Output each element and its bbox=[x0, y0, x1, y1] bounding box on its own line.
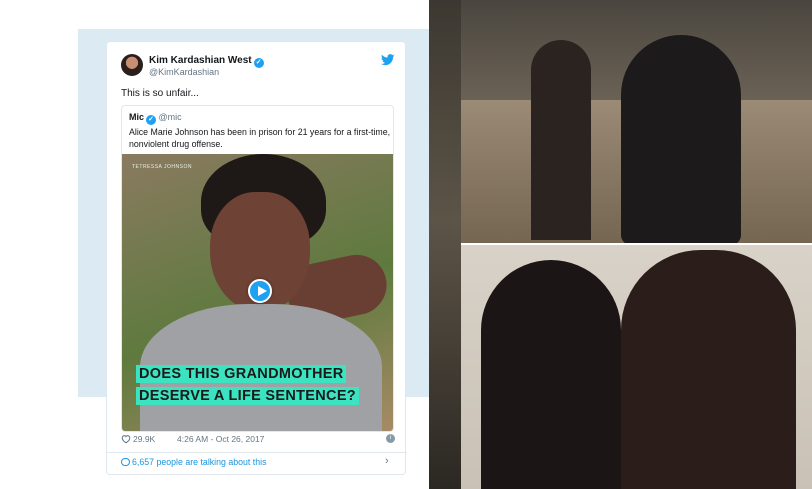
quoted-author-name[interactable]: Mic bbox=[129, 112, 144, 122]
verified-icon: ✓ bbox=[146, 115, 157, 125]
embedded-tweet[interactable]: Kim Kardashian West ✓ @KimKardashian This… bbox=[106, 41, 407, 475]
caption-line2-text: DESERVE A LIFE SENTENCE? bbox=[136, 387, 359, 405]
conversation-link[interactable]: 6,657 people are talking about this bbox=[121, 457, 267, 467]
quoted-author-handle[interactable]: @mic bbox=[159, 112, 182, 122]
divider bbox=[107, 452, 407, 453]
photo-sofa bbox=[461, 0, 812, 243]
person-left bbox=[531, 40, 591, 240]
verified-icon: ✓ bbox=[253, 58, 264, 68]
tweet-meta: 29.9K 4:26 AM - Oct 26, 2017 i bbox=[121, 434, 395, 448]
media-credit: TETRESSA JOHNSON bbox=[132, 164, 192, 170]
collage: Kim Kardashian West ✓ @KimKardashian This… bbox=[0, 0, 812, 489]
author-handle[interactable]: @KimKardashian bbox=[149, 67, 219, 77]
quoted-text: Alice Marie Johnson has been in prison f… bbox=[129, 127, 391, 149]
person-right bbox=[621, 250, 796, 489]
photo-edge-strip bbox=[429, 0, 461, 489]
twitter-bird-icon[interactable] bbox=[381, 54, 395, 66]
comment-icon bbox=[121, 458, 130, 466]
person-right bbox=[621, 35, 741, 243]
video-thumbnail[interactable]: TETRESSA JOHNSON DOES THIS GRANDMOTHER D… bbox=[122, 154, 393, 431]
like-count[interactable]: 29.9K bbox=[133, 434, 155, 444]
tweet-timestamp[interactable]: 4:26 AM - Oct 26, 2017 bbox=[177, 434, 264, 444]
photo-portrait bbox=[461, 245, 812, 489]
info-icon[interactable]: i bbox=[386, 434, 395, 443]
person-left bbox=[481, 260, 621, 489]
quoted-author[interactable]: Mic ✓ @mic bbox=[129, 112, 182, 125]
conversation-text[interactable]: 6,657 people are talking about this bbox=[132, 457, 267, 467]
avatar[interactable] bbox=[121, 54, 143, 76]
caption-line1-text: DOES THIS GRANDMOTHER bbox=[136, 365, 347, 383]
tweet-text: This is so unfair... bbox=[121, 88, 199, 99]
author-name-text[interactable]: Kim Kardashian West bbox=[149, 55, 252, 66]
quoted-tweet[interactable]: Mic ✓ @mic Alice Marie Johnson has been i… bbox=[121, 105, 394, 432]
tweet-header: Kim Kardashian West ✓ @KimKardashian bbox=[107, 42, 407, 86]
play-icon[interactable] bbox=[248, 279, 272, 303]
video-caption-line1: DOES THIS GRANDMOTHER bbox=[136, 365, 347, 383]
heart-icon[interactable] bbox=[121, 434, 131, 444]
chevron-right-icon[interactable]: › bbox=[385, 455, 389, 467]
video-caption-line2: DESERVE A LIFE SENTENCE? bbox=[136, 387, 359, 405]
